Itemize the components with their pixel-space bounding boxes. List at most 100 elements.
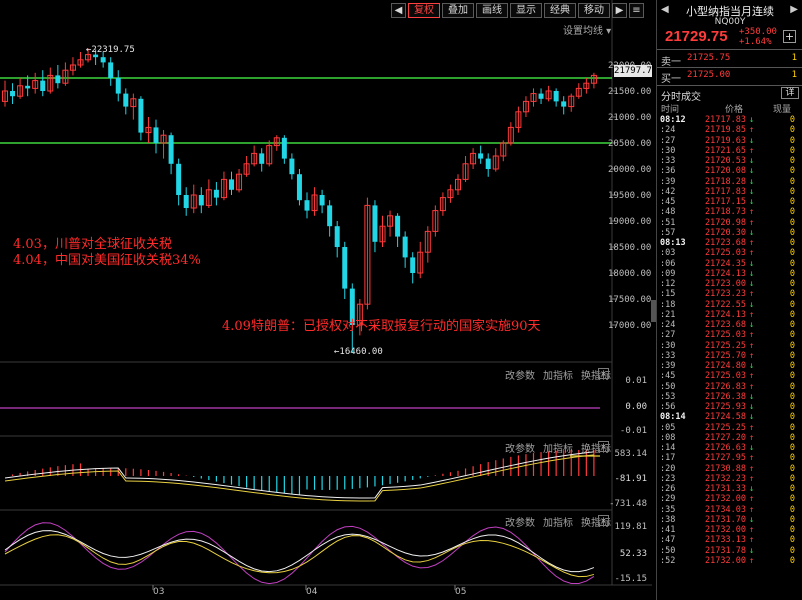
trade-price: 21718.73 [705,207,746,218]
arrow-up-icon: ↑ [749,463,755,474]
trade-time: 08:13 [660,238,686,248]
candle-body [168,135,174,164]
candle-body [319,195,325,206]
detail-button[interactable]: 详 [781,87,799,99]
volume-value-tag: 0.00 [625,402,647,412]
sell1-volume: 1 [791,53,797,63]
trade-price: 21731.33 [705,484,746,494]
arrow-down-icon: ↓ [749,258,755,269]
candle-body [395,215,401,237]
toolbar-button-overlay[interactable]: 叠加 [442,3,474,18]
trade-row: :26 21731.33 ↓ 0 [657,484,802,494]
trade-time: :57 [660,227,676,238]
trade-price: 21724.80 [705,361,746,371]
trade-price: 21724.35 [705,258,746,269]
trade-row: 08:13 21723.68 ↑ 0 [657,238,802,248]
trade-time: :29 [660,494,676,505]
arrow-up-icon: ↑ [749,350,755,361]
trade-volume: 0 [789,350,795,361]
edit-params-button[interactable]: 改参数 [505,514,535,529]
arrow-down-icon: ↓ [749,320,755,330]
trade-row: 08:12 21717.83 ↓ 0 [657,115,802,125]
menu-icon[interactable]: ≡ [629,3,644,18]
chart-area[interactable]: ◀ 复权 叠加 画线 显示 经典 移动 ▶ ≡ 设置均线 ▾ 22000.00 … [0,0,652,600]
arrow-up-icon: ↑ [749,432,755,443]
buy1-price: 21725.00 [687,70,731,80]
arrow-up-icon: ↑ [749,535,755,546]
trade-volume: 0 [789,268,795,279]
next-icon[interactable]: ▶ [612,3,627,18]
trade-row: :56 21725.93 ↓ 0 [657,402,802,412]
toolbar-button-classic[interactable]: 经典 [544,3,576,18]
candle-body [183,195,189,208]
trade-price: 21726.38 [705,391,746,402]
trade-time: :50 [660,545,676,556]
time-sales-list[interactable]: 08:12 21717.83 ↓ 0:24 21719.85 ↑ 0:27 21719.63 ↓… [657,115,802,566]
edit-params-button[interactable]: 改参数 [505,440,535,455]
trade-volume: 0 [789,227,795,238]
kdj-y-label: -15.15 [614,574,647,584]
add-indicator-button[interactable]: 加指标 [543,440,573,455]
trade-row: :30 21725.25 ↑ 0 [657,341,802,351]
add-watchlist-button[interactable]: + [783,30,796,43]
trade-row: :14 21726.63 ↓ 0 [657,443,802,453]
candle-body [402,236,408,258]
arrow-down-icon: ↓ [749,299,755,310]
arrow-up-icon: ↑ [749,340,755,351]
trade-volume: 0 [789,381,795,392]
kline-chart[interactable] [0,0,652,600]
candle-body [372,205,378,242]
trade-row: :21 21724.13 ↑ 0 [657,310,802,320]
edit-params-button[interactable]: 改参数 [505,367,535,382]
header-price: 价格 [725,105,744,115]
trade-volume: 0 [789,443,795,453]
trade-volume: 0 [789,156,795,166]
trade-price: 21719.63 [705,135,746,146]
trade-row: :45 21717.15 ↓ 0 [657,197,802,207]
trade-volume: 0 [789,125,795,136]
trade-row: :12 21723.00 ↓ 0 [657,279,802,289]
trade-time: :18 [660,299,676,310]
trade-volume: 0 [789,238,795,248]
toolbar-button-display[interactable]: 显示 [510,3,542,18]
buy1-volume: 1 [791,70,797,80]
trade-row: :50 21726.83 ↑ 0 [657,382,802,392]
arrow-up-icon: ↑ [749,289,755,300]
arrow-down-icon: ↓ [749,176,755,187]
add-indicator-button[interactable]: 加指标 [543,367,573,382]
trade-price: 21725.03 [705,371,746,382]
candle-body [198,195,204,206]
candle-body [55,75,61,84]
add-indicator-button[interactable]: 加指标 [543,514,573,529]
trade-row: :47 21733.13 ↑ 0 [657,535,802,545]
trade-time: :06 [660,258,676,269]
kdj-panel-controls: 改参数 加指标 换指标 [505,514,611,529]
candle-body [153,127,159,143]
trade-price: 21717.83 [705,186,746,197]
arrow-down-icon: ↓ [749,361,755,371]
kdj-value-tag: 52.33 [619,549,647,559]
candle-body [478,153,484,159]
trade-price: 21732.00 [705,555,746,566]
trade-row: :05 21725.25 ↑ 0 [657,423,802,433]
trade-time: :30 [660,340,676,351]
toolbar-button-draw[interactable]: 画线 [476,3,508,18]
trade-volume: 0 [789,545,795,556]
candle-body [296,174,302,201]
ma-setting-link[interactable]: 设置均线 ▾ [563,22,611,37]
y-axis-label: 18500.00 [608,243,652,253]
trade-row: :20 21730.88 ↑ 0 [657,464,802,474]
toolbar-button-restore[interactable]: 复权 [408,3,440,18]
prev-icon[interactable]: ◀ [391,3,406,18]
candle-body [553,91,559,102]
volume-panel-controls: 改参数 加指标 换指标 [505,367,611,382]
toolbar-button-move[interactable]: 移动 [578,3,610,18]
trade-price: 21725.25 [705,340,746,351]
trade-row: :24 21723.68 ↓ 0 [657,320,802,330]
trade-volume: 0 [789,309,795,320]
trade-price: 21734.03 [705,504,746,515]
arrow-down-icon: ↓ [749,197,755,207]
next-symbol-icon[interactable]: ▶ [790,4,798,15]
trade-volume: 0 [789,555,795,566]
arrow-up-icon: ↑ [749,525,755,535]
